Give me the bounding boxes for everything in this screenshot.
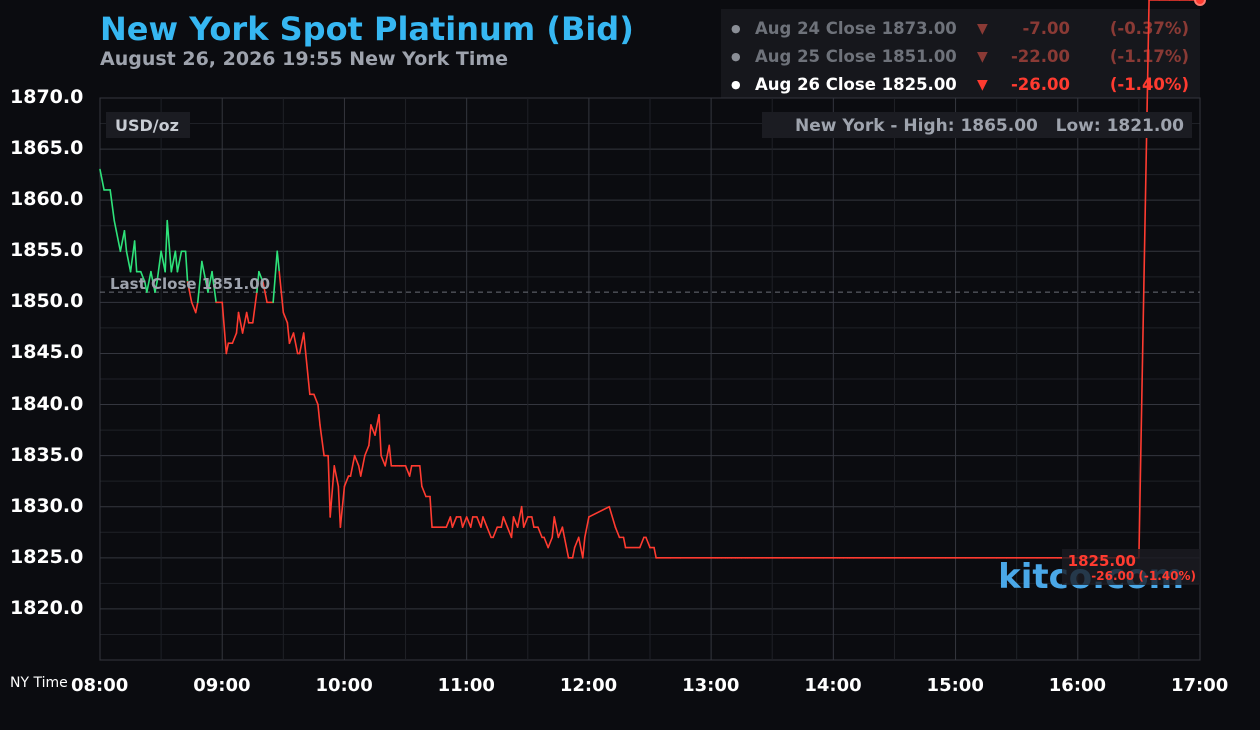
x-tick-label: 08:00	[71, 675, 129, 696]
y-tick-label: 1860.0	[10, 188, 84, 211]
last-change-label: -26.00 (-1.40%)	[1091, 569, 1196, 583]
y-tick-label: 1865.0	[10, 137, 84, 160]
y-tick-label: 1840.0	[10, 392, 84, 415]
last-price-marker	[1194, 0, 1206, 6]
y-tick-label: 1870.0	[10, 86, 84, 108]
y-tick-label: 1855.0	[10, 239, 84, 262]
y-tick-label: 1850.0	[10, 290, 84, 313]
x-tick-label: 15:00	[926, 675, 984, 696]
y-tick-label: 1825.0	[10, 545, 84, 568]
price-chart: USD/oz New York - High: 1865.00 Low: 182…	[99, 0, 1206, 661]
x-tick-label: 10:00	[315, 675, 373, 696]
x-axis-title: NY Time	[10, 675, 68, 691]
unit-label: USD/oz	[115, 116, 179, 135]
x-tick-label: 11:00	[437, 675, 495, 696]
high-low-label: New York - High: 1865.00 Low: 1821.00	[795, 116, 1184, 136]
x-tick-label: 14:00	[804, 675, 862, 696]
y-tick-label: 1845.0	[10, 341, 84, 364]
y-tick-label: 1830.0	[10, 494, 84, 517]
x-tick-label: 16:00	[1048, 675, 1107, 696]
last-close-label: Last Close 1851.00	[110, 275, 270, 293]
y-tick-label: 1835.0	[10, 443, 84, 466]
x-tick-label: 12:00	[559, 675, 618, 696]
x-tick-label: 09:00	[193, 675, 251, 696]
y-tick-label: 1820.0	[10, 596, 84, 619]
x-tick-label: 13:00	[682, 675, 740, 696]
last-price-label: 1825.00	[1068, 552, 1136, 570]
x-tick-label: 17:00	[1171, 675, 1229, 696]
